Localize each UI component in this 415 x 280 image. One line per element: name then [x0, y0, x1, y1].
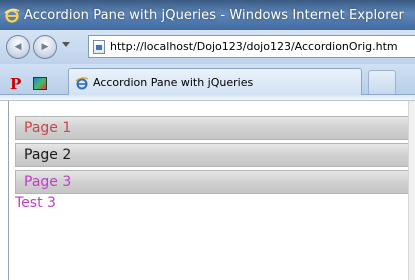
- history-dropdown-icon[interactable]: [62, 42, 70, 47]
- accordion-header-page-1[interactable]: Page 1: [15, 116, 415, 140]
- accordion-header-label: Page 2: [24, 147, 72, 163]
- title-bar[interactable]: Accordion Pane with jQueries - Windows I…: [0, 0, 415, 30]
- page-content: Page 1 Page 2 Page 3 Test 3: [0, 101, 415, 280]
- tab-row: P Accordion Pane with jQueries: [0, 64, 415, 95]
- accordion-content-page-3: Test 3: [15, 195, 56, 211]
- tab-label: Accordion Pane with jQueries: [93, 75, 254, 89]
- address-text[interactable]: http://localhost/Dojo123/dojo123/Accordi…: [110, 40, 398, 53]
- vertical-scrollbar[interactable]: [408, 101, 415, 280]
- favorites-image-icon[interactable]: [33, 77, 47, 90]
- page-icon: [93, 39, 105, 54]
- accordion-header-page-3[interactable]: Page 3: [15, 170, 415, 194]
- window-title: Accordion Pane with jQueries - Windows I…: [24, 7, 404, 23]
- accordion-header-page-2[interactable]: Page 2: [15, 143, 415, 167]
- accordion-header-label: Page 3: [24, 174, 72, 190]
- accordion-header-label: Page 1: [24, 120, 72, 136]
- ie-logo-icon: [4, 7, 20, 23]
- back-button[interactable]: ◀: [6, 35, 30, 59]
- content-frame-line: [8, 101, 9, 280]
- forward-arrow-icon: ▶: [41, 42, 49, 52]
- address-bar[interactable]: http://localhost/Dojo123/dojo123/Accordi…: [88, 35, 415, 58]
- favorites-p-icon[interactable]: P: [10, 77, 21, 92]
- tab-accordion-pane[interactable]: Accordion Pane with jQueries: [68, 68, 362, 95]
- back-arrow-icon: ◀: [14, 42, 22, 52]
- ie-tab-icon: [75, 75, 89, 90]
- forward-button[interactable]: ▶: [33, 35, 57, 59]
- navigation-bar: ◀ ▶ http://localhost/Dojo123/dojo123/Acc…: [0, 30, 415, 64]
- new-tab-button[interactable]: [368, 70, 396, 94]
